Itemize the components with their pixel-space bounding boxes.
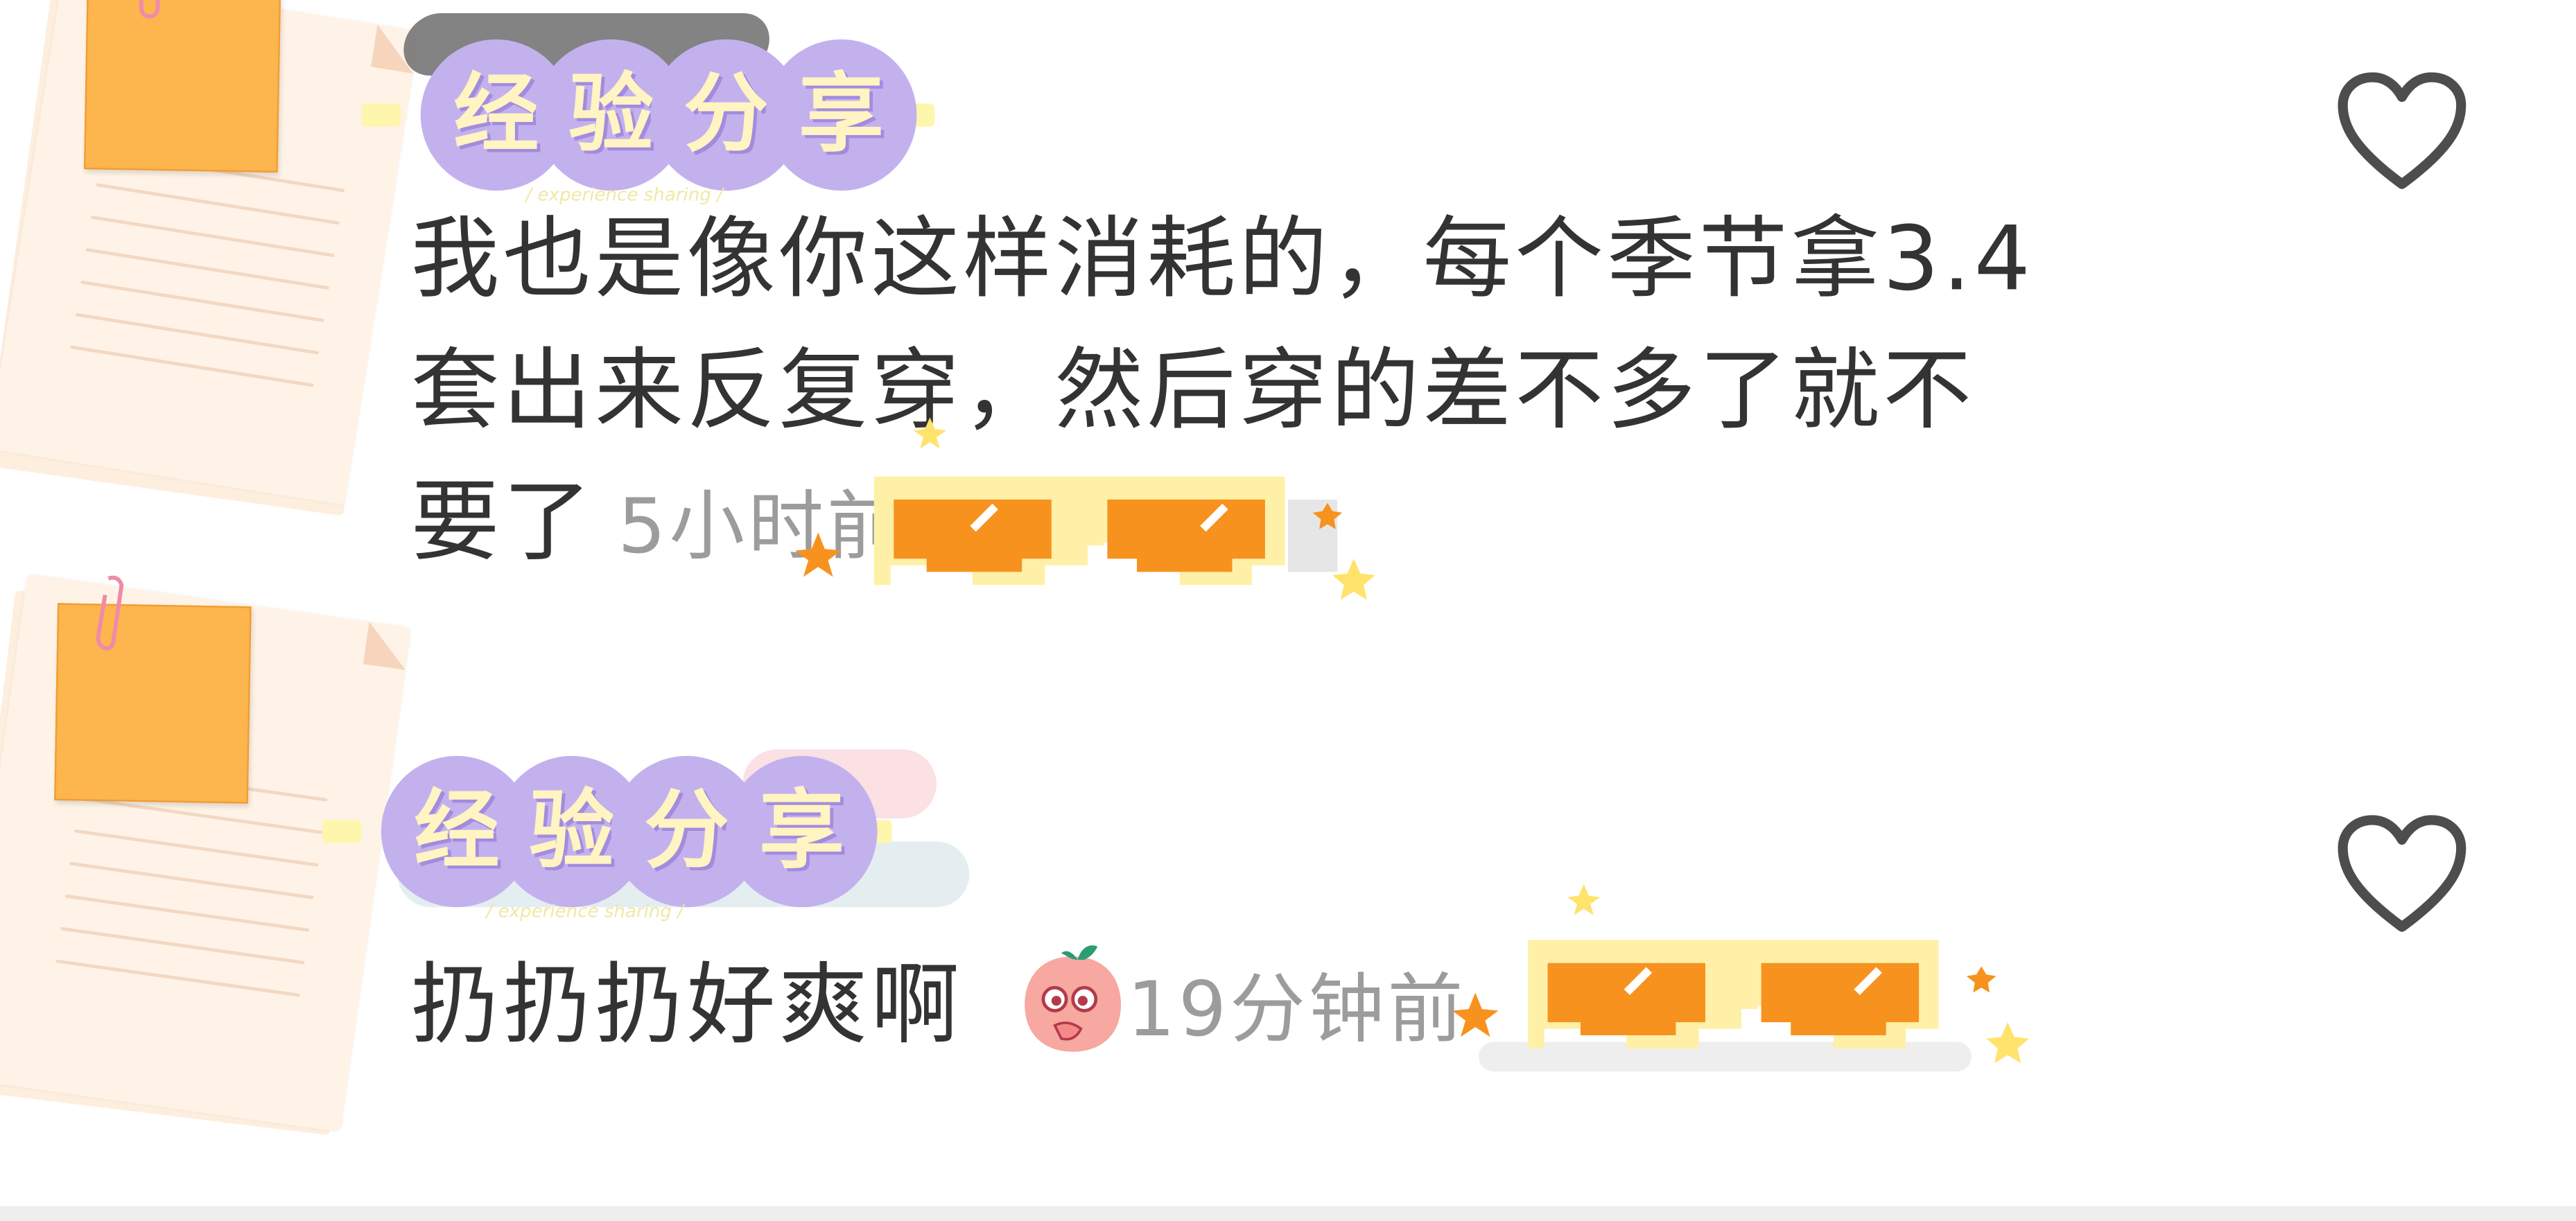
paper-line	[90, 215, 335, 258]
sticky-note	[54, 603, 252, 804]
badge-dash	[322, 820, 362, 843]
paper-clip-icon	[96, 575, 124, 651]
paper-line	[64, 894, 310, 932]
comment-list: 经 验 分 享 / experience sharing / 我也是像你这样消耗…	[0, 0, 2576, 1221]
badge-dash	[361, 103, 401, 127]
user-badge: 经 验 分 享 / experience sharing /	[361, 39, 936, 205]
badge-char: 分	[644, 782, 730, 881]
user-badge: 经 验 分 享 / experience sharing /	[322, 755, 897, 922]
paper-line	[69, 861, 314, 899]
sunglasses-sticker-icon	[795, 417, 1375, 600]
badge-char: 享	[798, 65, 885, 165]
comment-line: 扔扔扔好爽啊	[410, 953, 963, 1057]
badge-circle: 享	[726, 755, 878, 908]
paper-line	[96, 183, 340, 225]
like-button[interactable]	[2336, 815, 2468, 933]
sunglasses-sticker-icon	[1452, 884, 2029, 1072]
blushing-face-icon	[1025, 945, 1122, 1052]
bottom-divider	[0, 1206, 2576, 1221]
badge-char: 享	[758, 782, 845, 881]
sticky-note	[83, 0, 281, 173]
paper-line	[75, 313, 320, 355]
like-button[interactable]	[2336, 72, 2468, 191]
badge-char: 分	[683, 65, 769, 165]
paper-fold	[363, 622, 412, 670]
paper-clip-icon	[139, 0, 160, 19]
badge-char: 经	[453, 65, 539, 165]
heart-outline-icon	[2338, 815, 2466, 932]
paper-line	[70, 345, 314, 387]
heart-outline-icon	[2338, 72, 2466, 189]
comment-line: 我也是像你这样消耗的，每个季节拿3.4	[410, 207, 2034, 311]
badge-char: 经	[414, 782, 500, 881]
paper-line	[73, 829, 319, 867]
paper-line	[85, 247, 330, 290]
badge-char: 验	[568, 65, 654, 165]
paper-line	[55, 959, 301, 997]
paper-line	[80, 280, 324, 322]
paper-line	[60, 926, 305, 965]
comment-time: 19分钟前	[1126, 965, 1467, 1054]
badge-circle: 享	[765, 39, 917, 191]
badge-char: 验	[529, 782, 615, 881]
badge-subtitle: / experience sharing /	[486, 900, 684, 922]
